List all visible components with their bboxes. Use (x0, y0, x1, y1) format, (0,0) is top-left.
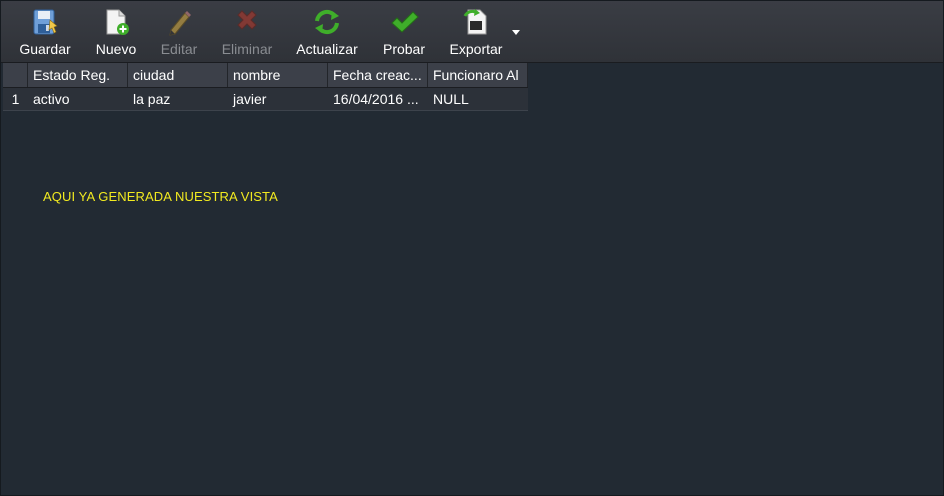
column-header-fecha-creacion[interactable]: Fecha creac... (328, 63, 428, 87)
chevron-down-icon[interactable] (512, 30, 520, 35)
checkmark-icon (387, 5, 421, 39)
export-label: Exportar (449, 41, 503, 57)
annotation-text: AQUI YA GENERADA NUESTRA VISTA (43, 189, 278, 204)
table-row[interactable]: 1 activo la paz javier 16/04/2016 ... NU… (3, 88, 528, 111)
cell-fecha-creacion[interactable]: 16/04/2016 ... (328, 88, 428, 110)
app-window: Guardar Nuevo Editar Eliminar Actualizar… (0, 0, 944, 496)
column-header-estado-reg[interactable]: Estado Reg. (28, 63, 128, 87)
test-label: Probar (382, 41, 426, 57)
data-grid: Estado Reg. ciudad nombre Fecha creac...… (3, 63, 528, 111)
pencil-icon (162, 5, 196, 39)
delete-x-icon (230, 5, 264, 39)
save-label: Guardar (19, 41, 71, 57)
column-header-funcionario-ai[interactable]: Funcionaro Al (428, 63, 528, 87)
delete-label: Eliminar (221, 41, 273, 57)
new-label: Nuevo (95, 41, 137, 57)
edit-label: Editar (160, 41, 198, 57)
cell-ciudad[interactable]: la paz (128, 88, 228, 110)
new-document-icon (99, 5, 133, 39)
row-number: 1 (11, 91, 20, 107)
row-number-header (3, 63, 28, 87)
column-header-ciudad[interactable]: ciudad (128, 63, 228, 87)
new-button[interactable]: Nuevo (91, 1, 141, 62)
grid-header: Estado Reg. ciudad nombre Fecha creac...… (3, 63, 528, 88)
test-button[interactable]: Probar (379, 1, 429, 62)
export-button[interactable]: Exportar (445, 1, 507, 62)
toolbar: Guardar Nuevo Editar Eliminar Actualizar… (1, 1, 943, 63)
save-icon (28, 5, 62, 39)
refresh-label: Actualizar (296, 41, 358, 57)
export-icon (459, 5, 493, 39)
cell-nombre[interactable]: javier (228, 88, 328, 110)
save-button[interactable]: Guardar (15, 1, 75, 62)
refresh-button[interactable]: Actualizar (293, 1, 361, 62)
cell-funcionario-ai[interactable]: NULL (428, 88, 528, 110)
column-header-nombre[interactable]: nombre (228, 63, 328, 87)
cell-estado-reg[interactable]: activo (28, 88, 128, 110)
delete-button[interactable]: Eliminar (217, 1, 277, 62)
edit-button[interactable]: Editar (156, 1, 202, 62)
refresh-icon (310, 5, 344, 39)
